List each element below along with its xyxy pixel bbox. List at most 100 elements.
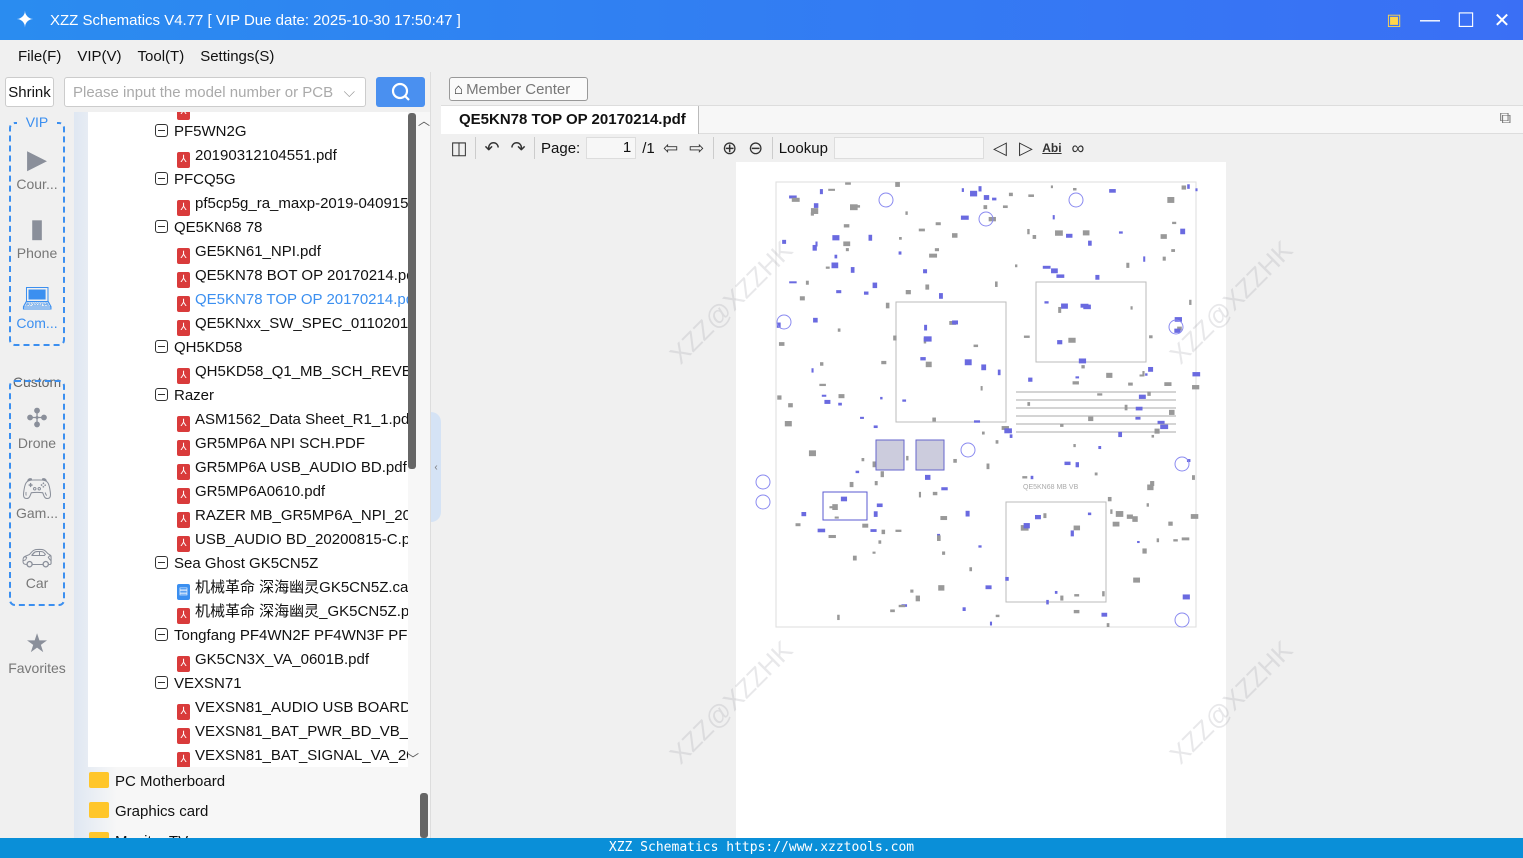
collapse-icon [155, 172, 168, 185]
tree-item-label: GE5KN61_NPI.pdf [195, 243, 321, 260]
tree-item-label: PF5WN2G [174, 123, 247, 140]
pdf-file-icon: ⅄ [177, 320, 190, 336]
sidebar-item-drone[interactable]: ✣ Drone [0, 403, 74, 451]
pdf-page[interactable]: QE5KN68 MB VB [736, 162, 1226, 838]
tree-item-label: 20190312104551.pdf [195, 147, 337, 164]
binoculars-icon[interactable]: ∞ [1068, 138, 1088, 159]
find-next-icon[interactable]: ▷ [1016, 138, 1036, 159]
scroll-up-icon[interactable]: ︿ [418, 112, 430, 129]
pdf-file-icon: ⅄ [177, 272, 190, 288]
tree-item-label: GR5MP6A NPI SCH.PDF [195, 435, 366, 452]
category-folder[interactable]: PC Motherboard [89, 770, 225, 794]
next-page-icon[interactable]: ⇨ [687, 138, 707, 159]
collapse-icon [155, 628, 168, 641]
maximize-button[interactable]: ☐ [1455, 8, 1477, 33]
tree-file[interactable]: ⅄ VEXSN81_BAT_SIGNAL_VA_2016 [177, 744, 408, 767]
vip-briefcase-icon[interactable]: ▣ [1383, 10, 1405, 30]
prev-page-icon[interactable]: ⇦ [661, 138, 681, 159]
menu-settings[interactable]: Settings(S) [200, 48, 274, 65]
tree-folder[interactable]: PFCQ5G [155, 168, 236, 192]
sidebar-item-game[interactable]: 🎮︎ Gam... [0, 473, 74, 521]
tree-item-label: 机械革命 深海幽灵_GK5CN5Z.pdf [195, 603, 408, 620]
tree-file[interactable]: ⅄ 机械革命 深海幽灵_GK5CN5Z.pdf [177, 600, 408, 624]
page-input[interactable]: 1 [586, 137, 637, 159]
tree-item-label: VEXSN81_BAT_SIGNAL_VA_2016 [195, 747, 408, 764]
match-case-icon[interactable]: Abi [1042, 141, 1062, 155]
tree-item-label: RAZER MB_GR5MP6A_NPI_2020 [195, 507, 408, 524]
tree-file[interactable]: ⅄ GR5MP6A0610.pdf [177, 480, 325, 504]
sidebar-item-car[interactable]: 🚗︎ Car [0, 543, 74, 591]
minimize-button[interactable]: — [1419, 9, 1441, 32]
search-button[interactable] [376, 77, 425, 107]
tree-file[interactable]: ⅄ QE5KNxx_SW_SPEC_01102017.pdf [177, 312, 408, 336]
tree-folder[interactable]: QE5KN68 78 [155, 216, 262, 240]
tree-file[interactable]: ⅄ pf5cp5g_ra_maxp-2019-04091525 [177, 192, 408, 216]
collapse-icon [155, 556, 168, 569]
viewer-toolbar: ◫ ↶ ↷ Page: 1 /1 ⇦ ⇨ ⊕ ⊖ Lookup ◁ ▷ Abi … [441, 134, 1523, 162]
car-icon: 🚗︎ [20, 543, 54, 573]
lookup-input[interactable] [833, 137, 984, 159]
tree-file[interactable]: ⅄ QH5KD58_Q1_MB_SCH_REVB_20 [177, 360, 408, 384]
shrink-button[interactable]: Shrink [5, 77, 54, 107]
tree-file[interactable]: ⅄ GK5CN3X_VA_0601B.pdf [177, 648, 369, 672]
tree-file[interactable]: ⅄ GR5MP6A NPI SCH.PDF [177, 432, 365, 456]
find-prev-icon[interactable]: ◁ [990, 138, 1010, 159]
tree-file[interactable]: ⅄ QE5KN78 BOT OP 20170214.pdf [177, 264, 408, 288]
tree-file[interactable]: ⅄ VEXSN81_AUDIO USB BOARD_R [177, 696, 408, 720]
sidebar-item-favorites[interactable]: ★ Favorites [0, 628, 74, 676]
pdf-file-icon: ⅄ [177, 368, 190, 384]
chevron-down-icon[interactable]: ⌵ [344, 84, 355, 101]
rotate-left-icon[interactable]: ↶ [482, 138, 502, 159]
title-bar: ✦ XZZ Schematics V4.77 [ VIP Due date: 2… [0, 0, 1523, 40]
tree-file[interactable]: ⅄ GE5KN61_NPI.pdf [177, 240, 321, 264]
member-center-button[interactable]: ⌂ Member Center [449, 77, 588, 101]
tree-file-partial[interactable]: ⅄ [177, 112, 195, 120]
tree-file[interactable]: ⅄ VEXSN81_BAT_PWR_BD_VB_201 [177, 720, 408, 744]
sidebar-item-computer[interactable]: 💻︎ Com... [0, 283, 74, 331]
tree-item-label: PFCQ5G [174, 171, 236, 188]
folder-icon [89, 772, 109, 788]
tree-item-label: QE5KN68 78 [174, 219, 263, 236]
tree-folder[interactable]: Sea Ghost GK5CN5Z [155, 552, 318, 576]
menu-tool[interactable]: Tool(T) [138, 48, 185, 65]
tree-item-label: 机械革命 深海幽灵GK5CN5Z.cad [195, 579, 408, 596]
tree-file[interactable]: ▤ 机械革命 深海幽灵GK5CN5Z.cad [177, 576, 408, 600]
zoom-out-icon[interactable]: ⊖ [746, 138, 766, 159]
close-tab-icon[interactable]: ⧉ [1500, 110, 1511, 128]
collapse-handle[interactable]: ‹ [431, 412, 441, 522]
tree-scrollbar[interactable] [408, 113, 416, 469]
panel-splitter[interactable]: ‹ [430, 72, 441, 838]
pdf-file-icon: ⅄ [177, 440, 190, 456]
tree-folder[interactable]: QH5KD58 [155, 336, 242, 360]
menu-vip[interactable]: VIP(V) [77, 48, 121, 65]
tree-folder[interactable]: VEXSN71 [155, 672, 242, 696]
page-label: Page: [541, 139, 581, 157]
category-folder[interactable]: Graphics card [89, 800, 208, 824]
tree-file[interactable]: ⅄ RAZER MB_GR5MP6A_NPI_2020 [177, 504, 408, 528]
search-input[interactable]: Please input the model number or PCB ⌵ [64, 77, 366, 107]
sidebar-item-phone[interactable]: ▮ Phone [0, 213, 74, 261]
tree-file[interactable]: ⅄ QE5KN78 TOP OP 20170214.pdf [177, 288, 408, 312]
dual-page-icon[interactable]: ◫ [449, 138, 469, 159]
tree-folder[interactable]: Razer [155, 384, 214, 408]
tree-file[interactable]: ⅄ ASM1562_Data Sheet_R1_1.pdf [177, 408, 408, 432]
scroll-down-icon[interactable]: ﹀ [407, 750, 419, 767]
tree-item-label: VEXSN71 [174, 675, 242, 692]
rotate-right-icon[interactable]: ↷ [508, 138, 528, 159]
tree-file[interactable]: ⅄ 20190312104551.pdf [177, 144, 337, 168]
menu-file[interactable]: File(F) [18, 48, 61, 65]
close-button[interactable]: ✕ [1491, 8, 1513, 33]
category-scrollbar[interactable] [420, 793, 428, 838]
tree-folder[interactable]: PF5WN2G [155, 120, 247, 144]
star-icon: ★ [25, 628, 49, 658]
tree-item-label: QE5KN78 BOT OP 20170214.pdf [195, 267, 408, 284]
tree-folder[interactable]: Tongfang PF4WN2F PF4WN3F PF5 [155, 624, 408, 648]
tree-file[interactable]: ⅄ GR5MP6A USB_AUDIO BD.pdf [177, 456, 407, 480]
pdf-file-icon: ⅄ [177, 416, 190, 432]
tab-document[interactable]: QE5KN78 TOP OP 20170214.pdf [441, 106, 699, 134]
pdf-file-icon: ⅄ [177, 464, 190, 480]
zoom-in-icon[interactable]: ⊕ [720, 138, 740, 159]
tree-file[interactable]: ⅄ USB_AUDIO BD_20200815-C.pdf [177, 528, 408, 552]
sidebar-item-course[interactable]: ▶ Cour... [0, 144, 74, 192]
drone-icon: ✣ [26, 403, 48, 433]
